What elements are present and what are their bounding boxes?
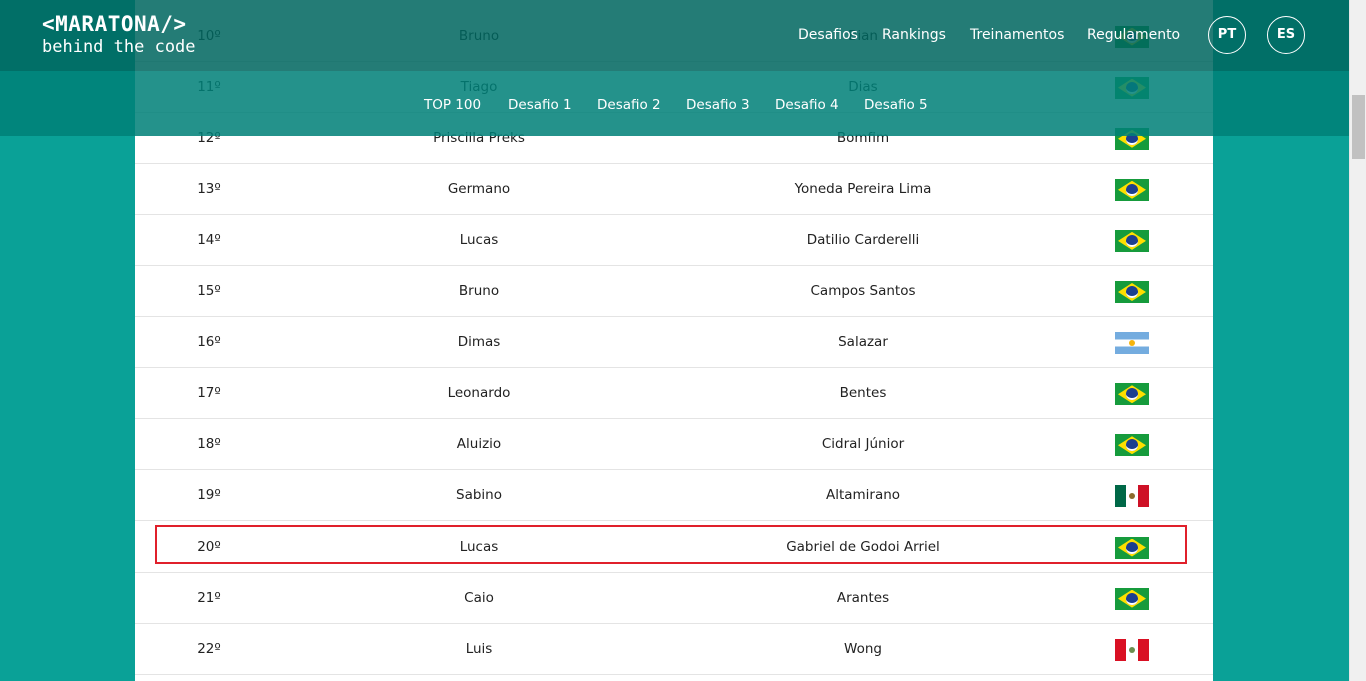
country-cell (1107, 624, 1157, 675)
top-navigation-bar: <MARATONA/> behind the code Desafios Ran… (0, 0, 1349, 71)
tab-desafio-4[interactable]: Desafio 4 (775, 96, 839, 114)
first-name-cell: Lucas (459, 231, 499, 248)
rank-cell: 19º (197, 487, 221, 504)
table-row: 17º Leonardo Bentes (135, 368, 1213, 420)
rank-cell: 22º (197, 640, 221, 657)
last-name-cell: Arantes (836, 589, 890, 606)
tab-desafio-5[interactable]: Desafio 5 (864, 96, 928, 114)
argentina-flag-icon (1115, 332, 1149, 355)
table-row: 13º Germano Yoneda Pereira Lima (135, 164, 1213, 215)
tab-top-100[interactable]: TOP 100 (424, 96, 481, 114)
first-name-cell: Leonardo (447, 385, 511, 402)
scrollbar-thumb[interactable] (1352, 95, 1365, 159)
table-row: 14º Lucas Datilio Carderelli (135, 215, 1213, 266)
brazil-flag-icon (1115, 434, 1149, 457)
last-name-cell: Wong (844, 640, 882, 657)
rank-cell: 21º (197, 589, 221, 606)
mexico-flag-icon (1115, 485, 1149, 508)
last-name-cell: Campos Santos (810, 283, 916, 299)
tab-desafio-3[interactable]: Desafio 3 (686, 96, 750, 114)
country-cell (1107, 419, 1157, 470)
first-name-cell: Dimas (457, 334, 501, 351)
brazil-flag-icon (1115, 536, 1149, 559)
last-name-cell: Yoneda Pereira Lima (794, 180, 932, 197)
rank-cell: 17º (197, 385, 221, 402)
logo-title: <MARATONA/> (42, 12, 187, 36)
rank-cell: 14º (197, 231, 221, 248)
country-cell (1107, 522, 1157, 573)
table-row: 15º Bruno Campos Santos (135, 266, 1213, 317)
ranking-tabs-bar (0, 71, 1349, 136)
rank-cell: 20º (197, 538, 221, 555)
rank-cell: 15º (197, 283, 221, 299)
brazil-flag-icon (1115, 178, 1149, 201)
table-row: 16º Dimas Salazar (135, 317, 1213, 369)
country-cell (1107, 573, 1157, 624)
country-cell (1107, 215, 1157, 266)
country-cell (1107, 266, 1157, 317)
peru-flag-icon (1115, 638, 1149, 661)
site-logo[interactable]: <MARATONA/> behind the code (42, 12, 196, 58)
nav-treinamentos-link[interactable]: Treinamentos (970, 26, 1064, 44)
language-pt-button[interactable]: PT (1208, 16, 1246, 54)
language-es-button[interactable]: ES (1267, 16, 1305, 54)
first-name-cell: Sabino (456, 487, 502, 504)
tab-desafio-1[interactable]: Desafio 1 (508, 96, 572, 114)
nav-regulamento-link[interactable]: Regulamento (1087, 26, 1180, 44)
first-name-cell: Caio (464, 589, 494, 606)
first-name-cell: Bruno (458, 283, 500, 299)
country-cell (1107, 368, 1157, 419)
last-name-cell: Altamirano (825, 487, 901, 504)
table-row: 21º Caio Arantes (135, 573, 1213, 624)
country-cell (1107, 164, 1157, 215)
table-row: 20º Lucas Gabriel de Godoi Arriel (135, 522, 1213, 573)
last-name-cell: Salazar (838, 334, 888, 351)
nav-desafios-link[interactable]: Desafios (798, 26, 858, 44)
vertical-scrollbar[interactable] (1349, 0, 1366, 681)
country-cell (1107, 470, 1157, 521)
rank-cell: 16º (197, 334, 221, 351)
tab-desafio-2[interactable]: Desafio 2 (597, 96, 661, 114)
page-viewport: 10ºBrunoBian11ºTiagoDias12ºPriscilla Pre… (0, 0, 1349, 681)
brazil-flag-icon (1115, 587, 1149, 610)
table-row: 18º Aluizio Cidral Júnior (135, 419, 1213, 471)
brazil-flag-icon (1115, 281, 1149, 303)
table-row: 22º Luis Wong (135, 624, 1213, 675)
nav-rankings-link[interactable]: Rankings (882, 26, 946, 44)
brazil-flag-icon (1115, 229, 1149, 252)
rank-cell: 18º (197, 436, 221, 453)
first-name-cell: Germano (447, 180, 511, 197)
last-name-cell: Cidral Júnior (821, 436, 905, 453)
rank-cell: 13º (197, 180, 221, 197)
last-name-cell: Bentes (839, 385, 887, 402)
last-name-cell: Datilio Carderelli (806, 231, 920, 248)
first-name-cell: Aluizio (456, 436, 502, 453)
logo-subtitle: behind the code (42, 37, 196, 57)
last-name-cell: Gabriel de Godoi Arriel (786, 538, 940, 555)
first-name-cell: Luis (465, 640, 493, 657)
first-name-cell: Lucas (459, 538, 499, 555)
country-cell (1107, 317, 1157, 368)
brazil-flag-icon (1115, 383, 1149, 406)
table-row: 19º Sabino Altamirano (135, 470, 1213, 522)
